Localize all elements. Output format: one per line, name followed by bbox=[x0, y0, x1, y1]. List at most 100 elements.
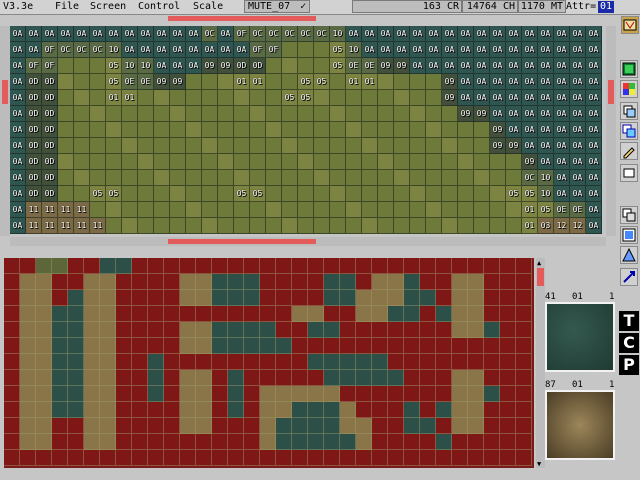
hex-cell[interactable] bbox=[58, 170, 74, 186]
tile-cell[interactable] bbox=[292, 450, 308, 466]
tile-cell[interactable] bbox=[180, 402, 196, 418]
hex-cell[interactable]: 0A bbox=[106, 26, 122, 42]
tile-cell[interactable] bbox=[164, 402, 180, 418]
hex-cell[interactable]: 03 bbox=[538, 218, 554, 234]
tile-cell[interactable] bbox=[516, 258, 532, 274]
tile-cell[interactable] bbox=[276, 338, 292, 354]
hex-cell[interactable]: 0D bbox=[42, 170, 58, 186]
tile-cell[interactable] bbox=[436, 258, 452, 274]
hex-cell[interactable] bbox=[394, 122, 410, 138]
tile-cell[interactable] bbox=[212, 370, 228, 386]
hex-cell[interactable]: 0A bbox=[442, 26, 458, 42]
hex-cell[interactable] bbox=[170, 154, 186, 170]
tile-cell[interactable] bbox=[100, 338, 116, 354]
tile-cell[interactable] bbox=[404, 418, 420, 434]
tile-cell[interactable] bbox=[372, 258, 388, 274]
tile-cell[interactable] bbox=[468, 386, 484, 402]
hex-cell[interactable]: 01 bbox=[522, 218, 538, 234]
hex-cell[interactable] bbox=[74, 58, 90, 74]
hex-cell[interactable] bbox=[330, 186, 346, 202]
scroll-up-icon[interactable]: ▲ bbox=[537, 259, 541, 267]
hex-cell[interactable] bbox=[282, 218, 298, 234]
tile-cell[interactable] bbox=[132, 450, 148, 466]
hex-cell[interactable]: 0A bbox=[362, 42, 378, 58]
hex-cell[interactable]: 0A bbox=[10, 138, 26, 154]
hex-cell[interactable] bbox=[58, 138, 74, 154]
tile-cell[interactable] bbox=[84, 290, 100, 306]
tile-cell[interactable] bbox=[196, 450, 212, 466]
tile-cell[interactable] bbox=[68, 450, 84, 466]
tile-cell[interactable] bbox=[516, 450, 532, 466]
hex-cell[interactable]: 11 bbox=[58, 202, 74, 218]
hex-cell[interactable]: 0A bbox=[58, 26, 74, 42]
hex-cell[interactable]: 0A bbox=[474, 26, 490, 42]
hex-cell[interactable]: 09 bbox=[442, 90, 458, 106]
hex-cell[interactable]: 0A bbox=[458, 42, 474, 58]
hex-cell[interactable] bbox=[362, 170, 378, 186]
hex-cell[interactable] bbox=[378, 138, 394, 154]
tile-cell[interactable] bbox=[484, 402, 500, 418]
hex-cell[interactable] bbox=[474, 170, 490, 186]
hex-cell[interactable]: 0A bbox=[154, 26, 170, 42]
tile-cell[interactable] bbox=[420, 338, 436, 354]
hex-cell[interactable] bbox=[474, 218, 490, 234]
tile-cell[interactable] bbox=[164, 418, 180, 434]
tile-cell[interactable] bbox=[452, 386, 468, 402]
hex-cell[interactable] bbox=[362, 218, 378, 234]
hex-cell[interactable]: 0A bbox=[26, 42, 42, 58]
hex-cell[interactable] bbox=[442, 138, 458, 154]
tile-cell[interactable] bbox=[244, 290, 260, 306]
tile-cell[interactable] bbox=[292, 434, 308, 450]
tile-cell[interactable] bbox=[4, 434, 20, 450]
hex-cell[interactable] bbox=[218, 122, 234, 138]
hex-cell[interactable] bbox=[362, 138, 378, 154]
tile-cell[interactable] bbox=[180, 274, 196, 290]
tile-cell[interactable] bbox=[196, 338, 212, 354]
tile-cell[interactable] bbox=[20, 274, 36, 290]
tile-cell[interactable] bbox=[148, 290, 164, 306]
hex-cell[interactable]: 05 bbox=[538, 202, 554, 218]
tile-cell[interactable] bbox=[500, 290, 516, 306]
hex-cell[interactable] bbox=[394, 74, 410, 90]
hex-cell[interactable] bbox=[154, 186, 170, 202]
hex-cell[interactable]: 09 bbox=[490, 138, 506, 154]
hex-cell[interactable] bbox=[346, 106, 362, 122]
hex-cell[interactable]: 05 bbox=[298, 74, 314, 90]
hex-cell[interactable] bbox=[266, 202, 282, 218]
hex-cell[interactable]: 0A bbox=[90, 26, 106, 42]
tile-cell[interactable] bbox=[36, 338, 52, 354]
tile-cell[interactable] bbox=[100, 402, 116, 418]
tile-cell[interactable] bbox=[452, 402, 468, 418]
tile-cell[interactable] bbox=[52, 274, 68, 290]
hex-cell[interactable]: 0F bbox=[26, 58, 42, 74]
hex-cell[interactable]: 01 bbox=[234, 74, 250, 90]
hex-cell[interactable] bbox=[346, 90, 362, 106]
square-icon[interactable] bbox=[620, 164, 638, 182]
hex-cell[interactable] bbox=[154, 90, 170, 106]
tile-cell[interactable] bbox=[468, 290, 484, 306]
tile-cell[interactable] bbox=[68, 418, 84, 434]
tile-cell[interactable] bbox=[516, 386, 532, 402]
hex-cell[interactable] bbox=[298, 138, 314, 154]
tile-cell[interactable] bbox=[452, 338, 468, 354]
hex-cell[interactable]: 0D bbox=[42, 74, 58, 90]
hex-cell[interactable]: 0A bbox=[346, 26, 362, 42]
tile-cell[interactable] bbox=[212, 290, 228, 306]
tile-cell[interactable] bbox=[4, 290, 20, 306]
tile-cell[interactable] bbox=[308, 370, 324, 386]
hex-cell[interactable] bbox=[282, 74, 298, 90]
hex-cell[interactable]: 0A bbox=[170, 58, 186, 74]
tile-cell[interactable] bbox=[324, 322, 340, 338]
tile-cell[interactable] bbox=[436, 434, 452, 450]
hex-cell[interactable]: 0A bbox=[522, 106, 538, 122]
hex-cell[interactable]: 0A bbox=[570, 138, 586, 154]
tile-cell[interactable] bbox=[196, 370, 212, 386]
tile-cell[interactable] bbox=[68, 434, 84, 450]
hex-cell[interactable]: 0D bbox=[26, 138, 42, 154]
tile-cell[interactable] bbox=[500, 450, 516, 466]
hex-cell[interactable] bbox=[378, 218, 394, 234]
hex-cell[interactable] bbox=[442, 154, 458, 170]
tile-cell[interactable] bbox=[244, 386, 260, 402]
tile-cell[interactable] bbox=[244, 370, 260, 386]
tile-cell[interactable] bbox=[100, 386, 116, 402]
